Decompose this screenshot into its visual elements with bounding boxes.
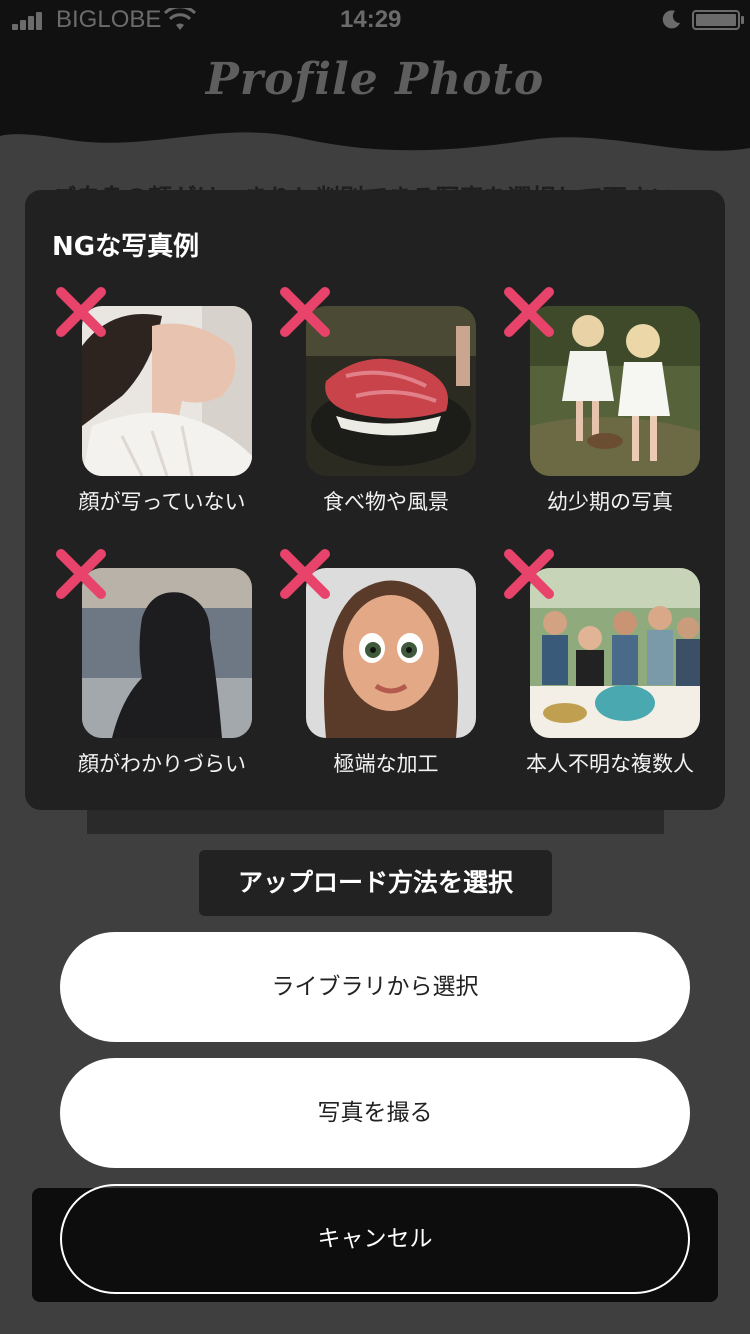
take-photo-button[interactable]: 写真を撮る xyxy=(60,1058,690,1168)
ng-example-group: 本人不明な複数人 xyxy=(497,549,723,798)
close-icon xyxy=(56,549,106,599)
status-bar: BIGLOBE 14:29 xyxy=(0,0,750,40)
upload-method-title: アップロード方法を選択 xyxy=(199,850,552,916)
moon-icon xyxy=(662,10,680,29)
close-icon xyxy=(504,549,554,599)
battery-icon xyxy=(692,10,744,30)
ng-example-label: 幼少期の写真 xyxy=(547,490,673,514)
close-icon xyxy=(56,287,106,337)
ng-example-extreme-edit: 極端な加工 xyxy=(273,549,499,798)
close-icon xyxy=(504,287,554,337)
choose-from-library-button[interactable]: ライブラリから選択 xyxy=(60,932,690,1042)
close-icon xyxy=(280,549,330,599)
ng-example-no-face: 顔が写っていない xyxy=(49,287,275,536)
ng-examples-title: NGな写真例 xyxy=(52,232,200,262)
page-header: Profile Photo xyxy=(0,40,750,160)
ng-example-childhood: 幼少期の写真 xyxy=(497,287,723,536)
page-title: Profile Photo xyxy=(205,54,545,105)
signal-icon xyxy=(12,10,48,30)
ng-examples-card: NGな写真例 顔が写っていない 食べ物や風景 幼少期の写真 顔がわかりづらい 極… xyxy=(25,190,725,810)
card-shadow xyxy=(87,808,664,834)
ng-example-food: 食べ物や風景 xyxy=(273,287,499,536)
wifi-icon xyxy=(164,8,196,30)
carrier-name: BIGLOBE xyxy=(56,6,162,33)
close-icon xyxy=(280,287,330,337)
ng-example-hard-to-see: 顔がわかりづらい xyxy=(49,549,275,798)
cancel-button[interactable]: キャンセル xyxy=(60,1184,690,1294)
ng-example-label: 本人不明な複数人 xyxy=(526,752,694,776)
clock: 14:29 xyxy=(340,6,402,33)
